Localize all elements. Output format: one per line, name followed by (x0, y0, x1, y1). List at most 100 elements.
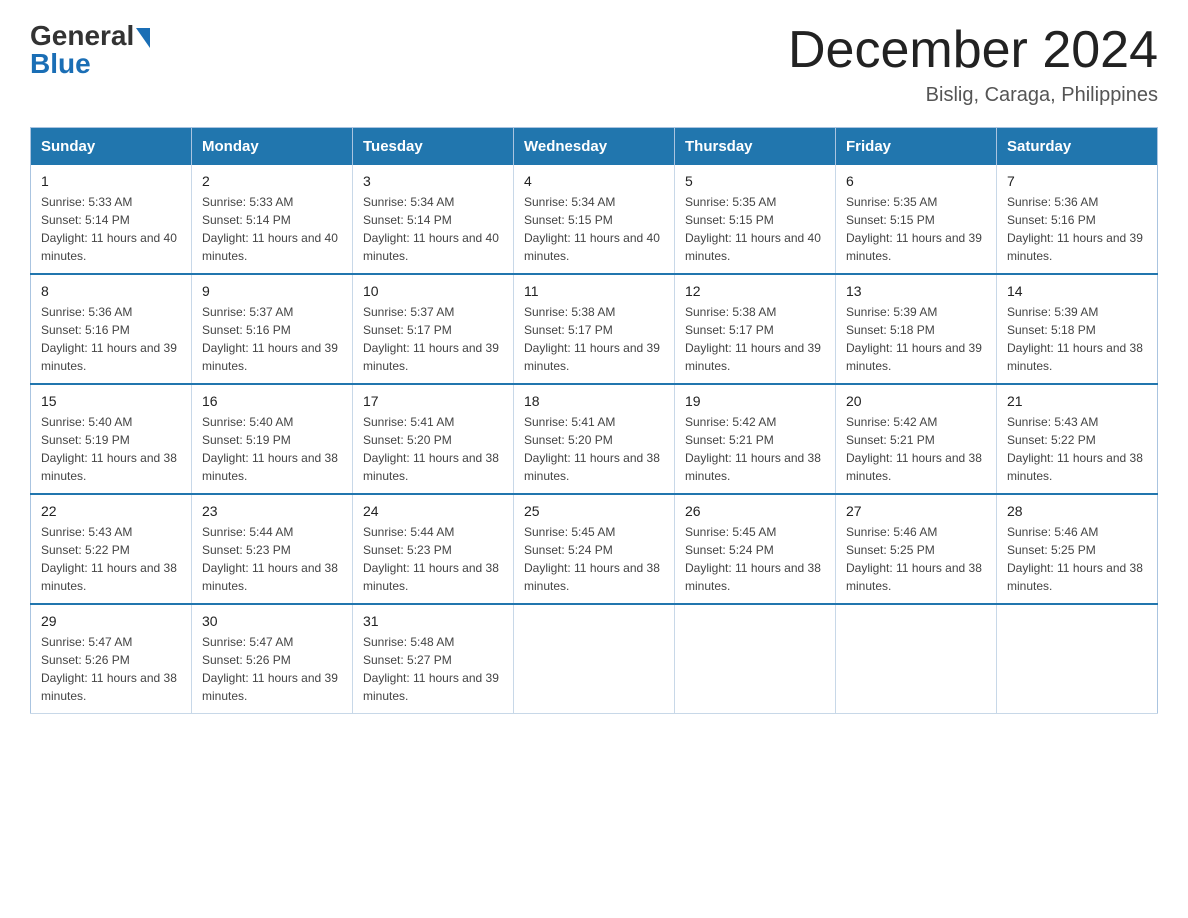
day-info: Sunrise: 5:45 AMSunset: 5:24 PMDaylight:… (524, 525, 660, 593)
day-info: Sunrise: 5:38 AMSunset: 5:17 PMDaylight:… (685, 305, 821, 373)
day-number: 19 (685, 393, 825, 409)
day-info: Sunrise: 5:40 AMSunset: 5:19 PMDaylight:… (202, 415, 338, 483)
header-cell-tuesday: Tuesday (353, 128, 514, 166)
day-number: 21 (1007, 393, 1147, 409)
header-cell-friday: Friday (836, 128, 997, 166)
day-number: 26 (685, 503, 825, 519)
day-number: 30 (202, 613, 342, 629)
calendar-cell: 28 Sunrise: 5:46 AMSunset: 5:25 PMDaylig… (997, 494, 1158, 604)
header-row: SundayMondayTuesdayWednesdayThursdayFrid… (31, 128, 1158, 166)
day-info: Sunrise: 5:39 AMSunset: 5:18 PMDaylight:… (1007, 305, 1143, 373)
header-cell-wednesday: Wednesday (514, 128, 675, 166)
day-number: 8 (41, 283, 181, 299)
day-info: Sunrise: 5:37 AMSunset: 5:17 PMDaylight:… (363, 305, 499, 373)
calendar-cell (675, 604, 836, 714)
header-cell-saturday: Saturday (997, 128, 1158, 166)
day-number: 13 (846, 283, 986, 299)
calendar-cell: 5 Sunrise: 5:35 AMSunset: 5:15 PMDayligh… (675, 165, 836, 274)
day-number: 20 (846, 393, 986, 409)
day-number: 10 (363, 283, 503, 299)
header-cell-sunday: Sunday (31, 128, 192, 166)
calendar-body: 1 Sunrise: 5:33 AMSunset: 5:14 PMDayligh… (31, 165, 1158, 714)
day-number: 3 (363, 173, 503, 189)
calendar-cell: 1 Sunrise: 5:33 AMSunset: 5:14 PMDayligh… (31, 165, 192, 274)
calendar-cell: 23 Sunrise: 5:44 AMSunset: 5:23 PMDaylig… (192, 494, 353, 604)
header-cell-monday: Monday (192, 128, 353, 166)
day-info: Sunrise: 5:37 AMSunset: 5:16 PMDaylight:… (202, 305, 338, 373)
day-number: 25 (524, 503, 664, 519)
day-info: Sunrise: 5:47 AMSunset: 5:26 PMDaylight:… (41, 635, 177, 703)
day-number: 24 (363, 503, 503, 519)
day-number: 22 (41, 503, 181, 519)
day-info: Sunrise: 5:44 AMSunset: 5:23 PMDaylight:… (363, 525, 499, 593)
day-number: 9 (202, 283, 342, 299)
day-info: Sunrise: 5:33 AMSunset: 5:14 PMDaylight:… (41, 195, 177, 263)
day-info: Sunrise: 5:42 AMSunset: 5:21 PMDaylight:… (846, 415, 982, 483)
day-info: Sunrise: 5:48 AMSunset: 5:27 PMDaylight:… (363, 635, 499, 703)
calendar-cell: 29 Sunrise: 5:47 AMSunset: 5:26 PMDaylig… (31, 604, 192, 714)
day-number: 31 (363, 613, 503, 629)
day-number: 7 (1007, 173, 1147, 189)
logo-arrow-icon (136, 28, 150, 48)
day-info: Sunrise: 5:42 AMSunset: 5:21 PMDaylight:… (685, 415, 821, 483)
day-number: 1 (41, 173, 181, 189)
month-title: December 2024 (788, 20, 1158, 80)
day-info: Sunrise: 5:35 AMSunset: 5:15 PMDaylight:… (685, 195, 821, 263)
day-number: 18 (524, 393, 664, 409)
calendar-cell: 22 Sunrise: 5:43 AMSunset: 5:22 PMDaylig… (31, 494, 192, 604)
calendar-cell: 27 Sunrise: 5:46 AMSunset: 5:25 PMDaylig… (836, 494, 997, 604)
day-number: 6 (846, 173, 986, 189)
day-info: Sunrise: 5:38 AMSunset: 5:17 PMDaylight:… (524, 305, 660, 373)
logo-blue-text: Blue (30, 48, 91, 80)
day-info: Sunrise: 5:35 AMSunset: 5:15 PMDaylight:… (846, 195, 982, 263)
day-info: Sunrise: 5:46 AMSunset: 5:25 PMDaylight:… (846, 525, 982, 593)
day-info: Sunrise: 5:47 AMSunset: 5:26 PMDaylight:… (202, 635, 338, 703)
calendar-week-row: 1 Sunrise: 5:33 AMSunset: 5:14 PMDayligh… (31, 165, 1158, 274)
calendar-cell (514, 604, 675, 714)
calendar-cell: 4 Sunrise: 5:34 AMSunset: 5:15 PMDayligh… (514, 165, 675, 274)
day-number: 4 (524, 173, 664, 189)
day-info: Sunrise: 5:36 AMSunset: 5:16 PMDaylight:… (41, 305, 177, 373)
calendar-cell: 3 Sunrise: 5:34 AMSunset: 5:14 PMDayligh… (353, 165, 514, 274)
calendar-cell: 10 Sunrise: 5:37 AMSunset: 5:17 PMDaylig… (353, 274, 514, 384)
day-info: Sunrise: 5:40 AMSunset: 5:19 PMDaylight:… (41, 415, 177, 483)
day-number: 28 (1007, 503, 1147, 519)
calendar-cell: 12 Sunrise: 5:38 AMSunset: 5:17 PMDaylig… (675, 274, 836, 384)
day-info: Sunrise: 5:41 AMSunset: 5:20 PMDaylight:… (363, 415, 499, 483)
day-info: Sunrise: 5:39 AMSunset: 5:18 PMDaylight:… (846, 305, 982, 373)
calendar-cell: 20 Sunrise: 5:42 AMSunset: 5:21 PMDaylig… (836, 384, 997, 494)
day-number: 16 (202, 393, 342, 409)
day-number: 14 (1007, 283, 1147, 299)
calendar-cell: 24 Sunrise: 5:44 AMSunset: 5:23 PMDaylig… (353, 494, 514, 604)
day-info: Sunrise: 5:34 AMSunset: 5:15 PMDaylight:… (524, 195, 660, 263)
day-info: Sunrise: 5:34 AMSunset: 5:14 PMDaylight:… (363, 195, 499, 263)
day-info: Sunrise: 5:44 AMSunset: 5:23 PMDaylight:… (202, 525, 338, 593)
calendar-cell: 26 Sunrise: 5:45 AMSunset: 5:24 PMDaylig… (675, 494, 836, 604)
calendar-cell: 11 Sunrise: 5:38 AMSunset: 5:17 PMDaylig… (514, 274, 675, 384)
calendar-cell: 15 Sunrise: 5:40 AMSunset: 5:19 PMDaylig… (31, 384, 192, 494)
calendar-cell: 8 Sunrise: 5:36 AMSunset: 5:16 PMDayligh… (31, 274, 192, 384)
page-header: General Blue December 2024 Bislig, Carag… (30, 20, 1158, 107)
day-info: Sunrise: 5:33 AMSunset: 5:14 PMDaylight:… (202, 195, 338, 263)
day-number: 17 (363, 393, 503, 409)
calendar-cell: 9 Sunrise: 5:37 AMSunset: 5:16 PMDayligh… (192, 274, 353, 384)
day-info: Sunrise: 5:41 AMSunset: 5:20 PMDaylight:… (524, 415, 660, 483)
day-number: 23 (202, 503, 342, 519)
location-subtitle: Bislig, Caraga, Philippines (788, 84, 1158, 107)
calendar-header: SundayMondayTuesdayWednesdayThursdayFrid… (31, 128, 1158, 166)
calendar-cell (997, 604, 1158, 714)
calendar-week-row: 15 Sunrise: 5:40 AMSunset: 5:19 PMDaylig… (31, 384, 1158, 494)
calendar-cell (836, 604, 997, 714)
calendar-cell: 2 Sunrise: 5:33 AMSunset: 5:14 PMDayligh… (192, 165, 353, 274)
calendar-cell: 6 Sunrise: 5:35 AMSunset: 5:15 PMDayligh… (836, 165, 997, 274)
day-info: Sunrise: 5:43 AMSunset: 5:22 PMDaylight:… (1007, 415, 1143, 483)
calendar-cell: 19 Sunrise: 5:42 AMSunset: 5:21 PMDaylig… (675, 384, 836, 494)
day-number: 15 (41, 393, 181, 409)
day-number: 11 (524, 283, 664, 299)
calendar-week-row: 22 Sunrise: 5:43 AMSunset: 5:22 PMDaylig… (31, 494, 1158, 604)
calendar-week-row: 8 Sunrise: 5:36 AMSunset: 5:16 PMDayligh… (31, 274, 1158, 384)
calendar-cell: 30 Sunrise: 5:47 AMSunset: 5:26 PMDaylig… (192, 604, 353, 714)
logo: General Blue (30, 20, 150, 80)
day-number: 5 (685, 173, 825, 189)
calendar-cell: 18 Sunrise: 5:41 AMSunset: 5:20 PMDaylig… (514, 384, 675, 494)
